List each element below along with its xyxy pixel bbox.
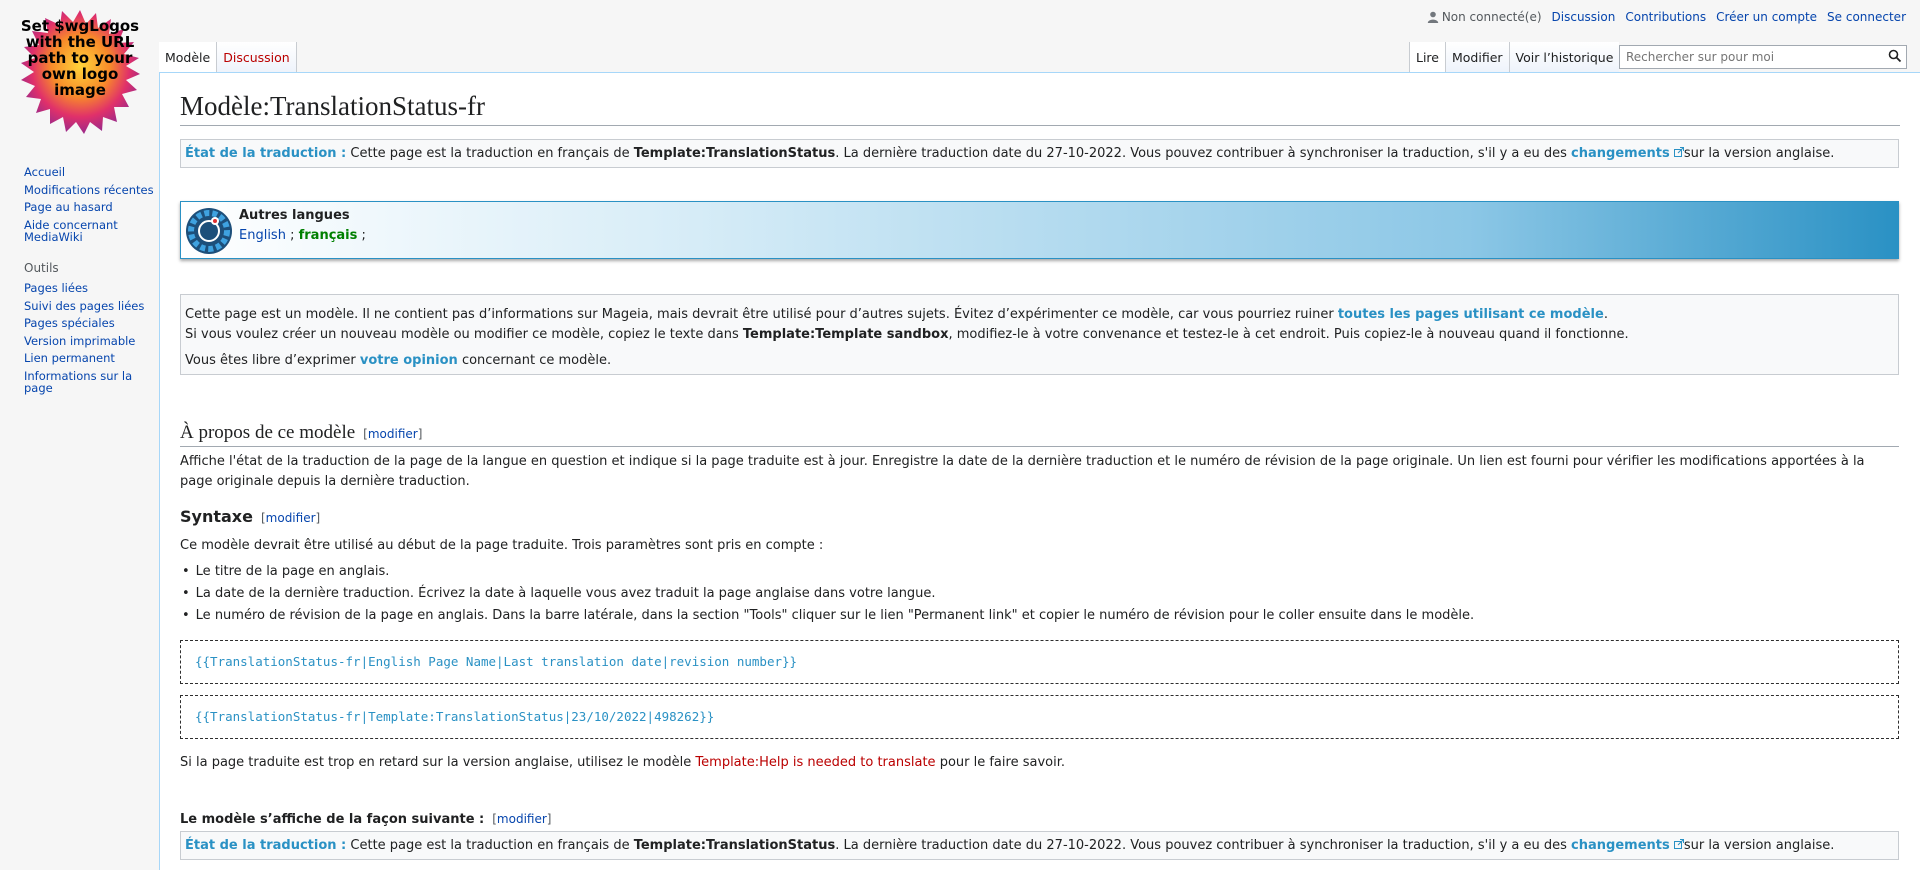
edit-section-link[interactable]: modifier bbox=[497, 812, 547, 826]
status-source-page: Template:TranslationStatus bbox=[633, 838, 836, 853]
template-sandbox-name: Template:Template sandbox bbox=[742, 327, 949, 342]
language-english-link[interactable]: English bbox=[239, 228, 286, 243]
edit-section-syntax: [modifier] bbox=[260, 511, 321, 525]
edit-section-link[interactable]: modifier bbox=[266, 511, 316, 525]
sidebar-item-what-links-here[interactable]: Pages liées bbox=[24, 281, 88, 295]
status-source-page: Template:TranslationStatus bbox=[633, 146, 836, 161]
tab-read[interactable]: Lire bbox=[1409, 42, 1445, 72]
notice-line1: Cette page est un modèle. Il ne contient… bbox=[185, 307, 1338, 322]
main-content: Modèle:TranslationStatus-fr État de la t… bbox=[159, 72, 1920, 870]
page-title: Modèle:TranslationStatus-fr bbox=[180, 91, 1900, 126]
sidebar-item-help[interactable]: Aide concernant MediaWiki bbox=[24, 218, 118, 245]
edit-section-link[interactable]: modifier bbox=[368, 427, 418, 441]
sidebar-tools: Pages liées Suivi des pages liées Pages … bbox=[24, 282, 154, 395]
display-heading-text: Le modèle s’affiche de la façon suivante… bbox=[180, 812, 485, 827]
create-account-link[interactable]: Créer un compte bbox=[1716, 10, 1817, 24]
search-button[interactable] bbox=[1888, 49, 1902, 66]
external-link-icon bbox=[1673, 839, 1684, 849]
tab-template[interactable]: Modèle bbox=[159, 42, 217, 72]
talk-link[interactable]: Discussion bbox=[1552, 10, 1616, 24]
status-text-1: Cette page est la traduction en français… bbox=[346, 146, 634, 161]
notice-line2a: Si vous voulez créer un nouveau modèle o… bbox=[185, 327, 743, 342]
sidebar-item-page-info[interactable]: Informations sur la page bbox=[24, 369, 132, 396]
changes-link[interactable]: changements bbox=[1571, 838, 1670, 853]
sidebar-tools-heading: Outils bbox=[24, 260, 59, 275]
not-logged-in-label: Non connecté(e) bbox=[1441, 10, 1542, 24]
mageia-gear-icon bbox=[186, 208, 232, 254]
notice-line3b: concernant ce modèle. bbox=[457, 353, 612, 368]
sidebar-item-special-pages[interactable]: Pages spéciales bbox=[24, 316, 115, 330]
status-text-2: . La dernière traduction date du 27-10-2… bbox=[835, 838, 1572, 853]
syntax-parameter-list: Le titre de la page en anglais. La date … bbox=[182, 561, 1474, 627]
edit-section-about: [modifier] bbox=[363, 427, 423, 441]
notice-line3a: Vous êtes libre d’exprimer bbox=[185, 353, 360, 368]
late-translation-text: Si la page traduite est trop en retard s… bbox=[180, 755, 1065, 770]
site-logo[interactable]: Set $wgLogos with the URL path to your o… bbox=[18, 10, 142, 134]
edit-section-display: [modifier] bbox=[492, 812, 552, 826]
sidebar-item-printable[interactable]: Version imprimable bbox=[24, 334, 135, 348]
search-icon bbox=[1888, 49, 1902, 63]
tab-history[interactable]: Voir l’historique bbox=[1508, 42, 1620, 72]
other-languages-title: Autres langues bbox=[239, 208, 350, 223]
anonymous-user: Non connecté(e) bbox=[1427, 10, 1542, 24]
status-text-1: Cette page est la traduction en français… bbox=[346, 838, 634, 853]
language-french-current: français bbox=[298, 228, 358, 243]
list-item: La date de la dernière traduction. Écriv… bbox=[182, 583, 1474, 605]
external-link-icon bbox=[1673, 147, 1684, 157]
language-separator: ; bbox=[285, 228, 299, 243]
about-heading-text: À propos de ce modèle bbox=[180, 422, 356, 443]
logo-text: Set $wgLogos with the URL path to your o… bbox=[20, 17, 140, 99]
personal-tools: Non connecté(e) Discussion Contributions… bbox=[1427, 10, 1906, 24]
user-icon bbox=[1427, 11, 1439, 23]
about-text: Affiche l'état de la traduction de la pa… bbox=[180, 454, 1865, 489]
search-input[interactable] bbox=[1620, 46, 1882, 68]
help-needed-template-link[interactable]: Template:Help is needed to translate bbox=[695, 755, 935, 770]
syntax-heading: Syntaxe [modifier] bbox=[180, 507, 320, 526]
list-item: Le titre de la page en anglais. bbox=[182, 561, 1474, 583]
sidebar-item-random-page[interactable]: Page au hasard bbox=[24, 200, 113, 214]
sidebar-item-related-changes[interactable]: Suivi des pages liées bbox=[24, 299, 144, 313]
translation-status-box: État de la traduction : Cette page est l… bbox=[180, 139, 1899, 168]
sidebar-item-home[interactable]: Accueil bbox=[24, 165, 65, 179]
view-tabs: Lire Modifier Voir l’historique bbox=[1409, 42, 1620, 72]
template-notice-box: Cette page est un modèle. Il ne contient… bbox=[180, 294, 1899, 375]
opinion-link[interactable]: votre opinion bbox=[360, 353, 458, 368]
login-link[interactable]: Se connecter bbox=[1827, 10, 1906, 24]
language-list-end: ; bbox=[357, 228, 366, 243]
status-text-3: sur la version anglaise. bbox=[1683, 146, 1835, 161]
translation-status-label[interactable]: État de la traduction : bbox=[185, 146, 346, 161]
namespace-tabs: Modèle Discussion bbox=[159, 42, 297, 72]
changes-link[interactable]: changements bbox=[1571, 146, 1670, 161]
translation-status-label[interactable]: État de la traduction : bbox=[185, 838, 346, 853]
translation-status-example-box: État de la traduction : Cette page est l… bbox=[180, 831, 1899, 860]
pages-using-template-link[interactable]: toutes les pages utilisant ce modèle bbox=[1338, 307, 1604, 322]
syntax-intro: Ce modèle devrait être utilisé au début … bbox=[180, 538, 824, 553]
sidebar-navigation: Accueil Modifications récentes Page au h… bbox=[24, 166, 154, 244]
syntax-code-block: {{TranslationStatus-fr|English Page Name… bbox=[180, 640, 1899, 684]
tab-discussion[interactable]: Discussion bbox=[216, 42, 297, 72]
sidebar: Accueil Modifications récentes Page au h… bbox=[24, 166, 154, 400]
display-heading: Le modèle s’affiche de la façon suivante… bbox=[180, 812, 551, 827]
language-list: English ; français ; bbox=[239, 228, 366, 243]
status-text-3: sur la version anglaise. bbox=[1683, 838, 1835, 853]
contributions-link[interactable]: Contributions bbox=[1625, 10, 1706, 24]
search-box bbox=[1619, 45, 1907, 69]
about-heading: À propos de ce modèle [modifier] bbox=[180, 422, 1899, 447]
list-item: Le numéro de révision de la page en angl… bbox=[182, 605, 1474, 627]
other-languages-box: Autres langues English ; français ; bbox=[180, 201, 1899, 259]
sidebar-item-permanent-link[interactable]: Lien permanent bbox=[24, 351, 115, 365]
sidebar-item-recent-changes[interactable]: Modifications récentes bbox=[24, 183, 154, 197]
status-text-2: . La dernière traduction date du 27-10-2… bbox=[835, 146, 1572, 161]
tab-edit[interactable]: Modifier bbox=[1445, 42, 1509, 72]
notice-line1-end: . bbox=[1603, 307, 1608, 322]
example-code-block: {{TranslationStatus-fr|Template:Translat… bbox=[180, 695, 1899, 739]
syntax-heading-text: Syntaxe bbox=[180, 507, 253, 526]
notice-line2b: , modifiez-le à votre convenance et test… bbox=[948, 327, 1629, 342]
